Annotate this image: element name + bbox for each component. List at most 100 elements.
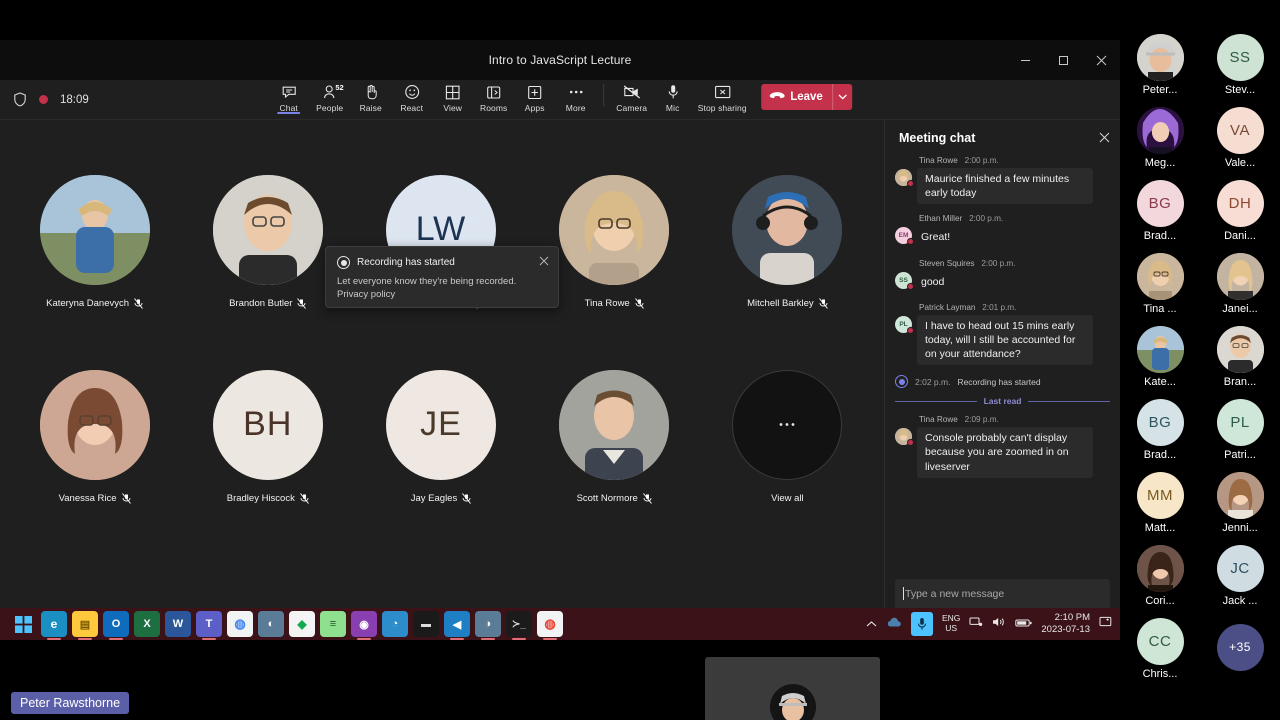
- rail-participant[interactable]: MM Matt...: [1120, 466, 1200, 539]
- avatar: [1136, 106, 1184, 154]
- paint-icon[interactable]: ◔: [382, 611, 408, 637]
- close-icon[interactable]: [539, 255, 549, 269]
- chat-message-row: Maurice finished a few minutes early tod…: [895, 168, 1110, 205]
- avatar: [39, 369, 150, 480]
- rail-participant[interactable]: Kate...: [1120, 320, 1200, 393]
- chevron-down-icon[interactable]: [831, 83, 852, 110]
- presence-busy-icon: [907, 238, 914, 246]
- word-icon[interactable]: W: [165, 611, 191, 637]
- people-icon: 52: [323, 83, 344, 101]
- terminal-icon[interactable]: ≻_: [506, 611, 532, 640]
- volume-icon[interactable]: [992, 615, 1006, 633]
- minimize-icon[interactable]: [1006, 40, 1044, 80]
- leave-button[interactable]: Leave: [761, 84, 832, 110]
- network-icon[interactable]: [969, 615, 983, 633]
- edge-icon[interactable]: e: [41, 611, 67, 640]
- rail-participant[interactable]: Janei...: [1200, 247, 1280, 320]
- toolbar-button-stop-sharing[interactable]: Stop sharing: [693, 80, 751, 113]
- chrome2-icon[interactable]: ◍: [537, 611, 563, 640]
- toolbar-button-more[interactable]: More: [555, 80, 596, 113]
- file-explorer-icon[interactable]: ▤: [72, 611, 98, 640]
- chrome-icon[interactable]: ◍: [227, 611, 253, 637]
- chat-input-box[interactable]: Type a new message: [895, 579, 1110, 609]
- presence-busy-icon: [907, 439, 914, 447]
- video-tile[interactable]: Mitchell Barkley: [701, 132, 874, 327]
- toolbar-button-raise[interactable]: Raise: [350, 80, 391, 113]
- toolbar-button-apps[interactable]: Apps: [514, 80, 555, 113]
- chat-message-meta: Ethan Miller 2:00 p.m.: [919, 214, 1110, 223]
- chat-time: 2:00 p.m.: [969, 214, 1004, 224]
- close-icon[interactable]: [1099, 131, 1110, 146]
- chat-message-meta: Tina Rowe 2:09 p.m.: [919, 415, 1110, 424]
- self-video-preview[interactable]: [705, 657, 880, 720]
- rail-participant[interactable]: VA Vale...: [1200, 101, 1280, 174]
- participant-rail[interactable]: Peter... SS Stev... Meg... VA Vale... BG…: [1120, 28, 1280, 692]
- postgres-icon[interactable]: ◐: [258, 611, 284, 637]
- ellipsis-icon[interactable]: [732, 369, 843, 480]
- tile-name-text: Mitchell Barkley: [747, 298, 814, 309]
- tile-name-text: Kateryna Danevych: [46, 298, 130, 309]
- toolbar-button-chat[interactable]: Chat: [268, 80, 309, 114]
- view-all-tile[interactable]: View all: [701, 327, 874, 522]
- maximize-icon[interactable]: [1044, 40, 1082, 80]
- taskbar-clock[interactable]: 2:10 PM 2023-07-13: [1041, 612, 1090, 636]
- rail-overflow-participants[interactable]: +35: [1200, 612, 1280, 685]
- rail-participant[interactable]: Meg...: [1120, 101, 1200, 174]
- toolbar-divider: [603, 83, 605, 106]
- video-tile[interactable]: BH Bradley Hiscock: [181, 327, 354, 522]
- cmd-icon[interactable]: ▬: [413, 611, 439, 637]
- rail-participant[interactable]: Tina ...: [1120, 247, 1200, 320]
- vscode-icon[interactable]: ◀: [444, 611, 470, 640]
- avatar-initials-text: BG: [1148, 194, 1172, 212]
- video-tile[interactable]: Scott Normore: [528, 327, 701, 522]
- notification-icon[interactable]: [1099, 615, 1112, 633]
- hand-icon: [364, 84, 378, 101]
- video-tile[interactable]: Kateryna Danevych: [8, 132, 181, 327]
- cloud-icon[interactable]: [886, 615, 902, 633]
- rail-participant[interactable]: BG Brad...: [1120, 174, 1200, 247]
- mic-off-icon: [299, 493, 309, 504]
- tile-name-text: Scott Normore: [576, 493, 638, 504]
- toolbar-button-rooms[interactable]: Rooms: [473, 80, 514, 113]
- toolbar-center: Chat 52 People Raise React View Rooms Ap…: [268, 80, 852, 120]
- rail-participant[interactable]: Peter...: [1120, 28, 1200, 101]
- rail-participant[interactable]: Bran...: [1200, 320, 1280, 393]
- rail-participant[interactable]: Cori...: [1120, 539, 1200, 612]
- github-icon[interactable]: ◉: [351, 611, 377, 640]
- battery-icon[interactable]: [1015, 615, 1032, 633]
- stop-sharing-icon: [714, 84, 731, 101]
- close-icon[interactable]: [1082, 40, 1120, 80]
- toolbar-button-people[interactable]: 52 People: [309, 80, 350, 113]
- chevron-up-icon[interactable]: [866, 615, 877, 633]
- toast-privacy-policy-link[interactable]: Privacy policy: [337, 289, 547, 302]
- rail-participant[interactable]: DH Dani...: [1200, 174, 1280, 247]
- notepad-icon[interactable]: ≡: [320, 611, 346, 637]
- chat-header: Meeting chat: [885, 120, 1120, 156]
- leave-button-group[interactable]: Leave: [761, 83, 852, 110]
- toolbar-button-camera[interactable]: Camera: [611, 80, 652, 113]
- chat-message-text: good: [921, 275, 945, 288]
- rail-participant[interactable]: Jenni...: [1200, 466, 1280, 539]
- pgadmin-icon[interactable]: ◑: [475, 611, 501, 640]
- toolbar-button-view[interactable]: View: [432, 80, 473, 113]
- excel-icon[interactable]: X: [134, 611, 160, 637]
- mongodb-icon[interactable]: ◆: [289, 611, 315, 637]
- start-button[interactable]: [10, 611, 36, 637]
- rail-participant[interactable]: SS Stev...: [1200, 28, 1280, 101]
- toolbar-button-react[interactable]: React: [391, 80, 432, 113]
- video-tile[interactable]: JE Jay Eagles: [354, 327, 527, 522]
- chat-message-list[interactable]: Tina Rowe 2:00 p.m. Maurice finished a f…: [885, 156, 1120, 579]
- rail-participant[interactable]: PL Patri...: [1200, 393, 1280, 466]
- avatar-initials-text: VA: [1230, 121, 1250, 139]
- mic-icon[interactable]: [910, 612, 933, 636]
- rail-participant[interactable]: JC Jack ...: [1200, 539, 1280, 612]
- avatar-initials-text: JE: [420, 405, 462, 443]
- rail-participant[interactable]: BG Brad...: [1120, 393, 1200, 466]
- outlook-icon[interactable]: O: [103, 611, 129, 640]
- language-indicator[interactable]: ENG US: [942, 613, 960, 634]
- rail-participant-name: Brad...: [1143, 229, 1177, 242]
- teams-icon[interactable]: T: [196, 611, 222, 640]
- rail-participant[interactable]: CC Chris...: [1120, 612, 1200, 685]
- video-tile[interactable]: Vanessa Rice: [8, 327, 181, 522]
- toolbar-button-mic[interactable]: Mic: [652, 80, 693, 113]
